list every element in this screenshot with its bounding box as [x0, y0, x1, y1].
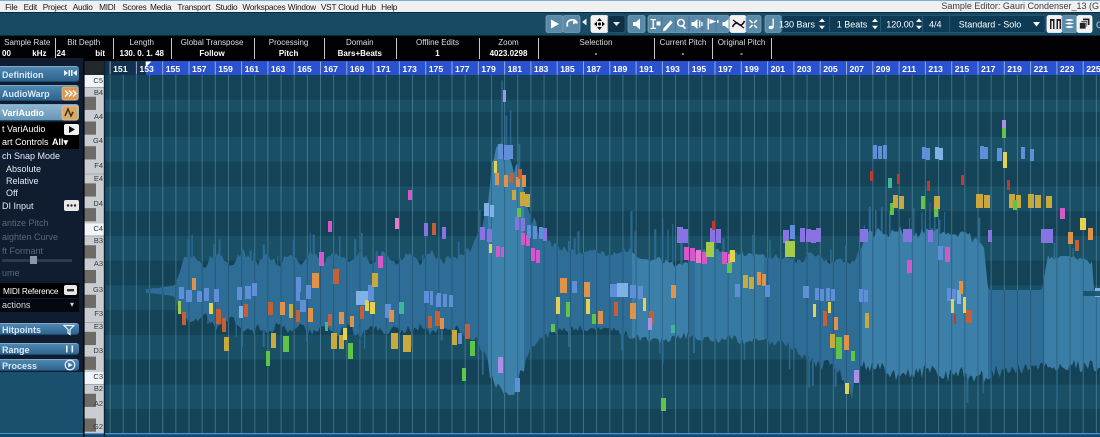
svg-text:120.00: 120.00 — [886, 20, 914, 30]
svg-text:215: 215 — [955, 64, 970, 74]
svg-text:159: 159 — [218, 64, 233, 74]
svg-text:F3: F3 — [94, 309, 103, 318]
svg-text:G2: G2 — [93, 422, 103, 431]
svg-text:195: 195 — [692, 64, 707, 74]
svg-text:221: 221 — [1034, 64, 1049, 74]
svg-text:165: 165 — [297, 64, 312, 74]
svg-text:4/4: 4/4 — [929, 20, 942, 30]
svg-text:C5: C5 — [93, 76, 103, 85]
svg-text:217: 217 — [981, 64, 996, 74]
svg-text:205: 205 — [823, 64, 838, 74]
svg-text:201: 201 — [771, 64, 786, 74]
svg-text:E3: E3 — [94, 322, 103, 331]
svg-text:E4: E4 — [94, 174, 103, 183]
svg-text:G3: G3 — [93, 285, 103, 294]
svg-text:173: 173 — [402, 64, 417, 74]
svg-text:203: 203 — [797, 64, 812, 74]
svg-text:B4: B4 — [94, 88, 103, 97]
svg-text:B3: B3 — [94, 236, 103, 245]
svg-text:179: 179 — [481, 64, 496, 74]
svg-text:213: 213 — [928, 64, 943, 74]
svg-text:207: 207 — [850, 64, 865, 74]
svg-text:171: 171 — [376, 64, 391, 74]
svg-text:Standard - Solo: Standard - Solo — [959, 20, 1022, 30]
svg-text:211: 211 — [902, 64, 916, 74]
svg-text:130 Bars: 130 Bars — [779, 20, 816, 30]
svg-text:209: 209 — [876, 64, 891, 74]
svg-text:C3: C3 — [93, 372, 103, 381]
svg-text:183: 183 — [534, 64, 549, 74]
svg-text:A3: A3 — [94, 259, 103, 268]
svg-text:D4: D4 — [93, 199, 103, 208]
svg-text:C4: C4 — [93, 224, 103, 233]
svg-text:191: 191 — [639, 64, 654, 74]
svg-text:181: 181 — [508, 64, 523, 74]
svg-text:187: 187 — [587, 64, 602, 74]
svg-text:G: G — [1096, 20, 1100, 30]
svg-text:199: 199 — [744, 64, 759, 74]
svg-text:197: 197 — [718, 64, 733, 74]
svg-text:G4: G4 — [93, 136, 103, 145]
svg-text:219: 219 — [1007, 64, 1022, 74]
svg-text:175: 175 — [429, 64, 444, 74]
svg-text:155: 155 — [166, 64, 181, 74]
svg-text:B2: B2 — [94, 384, 103, 393]
svg-text:185: 185 — [560, 64, 575, 74]
svg-text:167: 167 — [324, 64, 339, 74]
svg-text:151: 151 — [113, 64, 128, 74]
svg-text:225: 225 — [1086, 64, 1100, 74]
svg-text:F4: F4 — [94, 161, 103, 170]
svg-text:163: 163 — [271, 64, 286, 74]
svg-text:177: 177 — [455, 64, 470, 74]
svg-text:A2: A2 — [94, 399, 103, 408]
svg-text:1 Beats: 1 Beats — [837, 20, 868, 30]
svg-text:223: 223 — [1060, 64, 1075, 74]
svg-text:193: 193 — [665, 64, 680, 74]
svg-text:189: 189 — [613, 64, 628, 74]
svg-text:169: 169 — [350, 64, 365, 74]
svg-text:161: 161 — [245, 64, 260, 74]
svg-text:A4: A4 — [94, 112, 103, 121]
svg-text:D3: D3 — [93, 346, 103, 355]
svg-text:157: 157 — [192, 64, 207, 74]
